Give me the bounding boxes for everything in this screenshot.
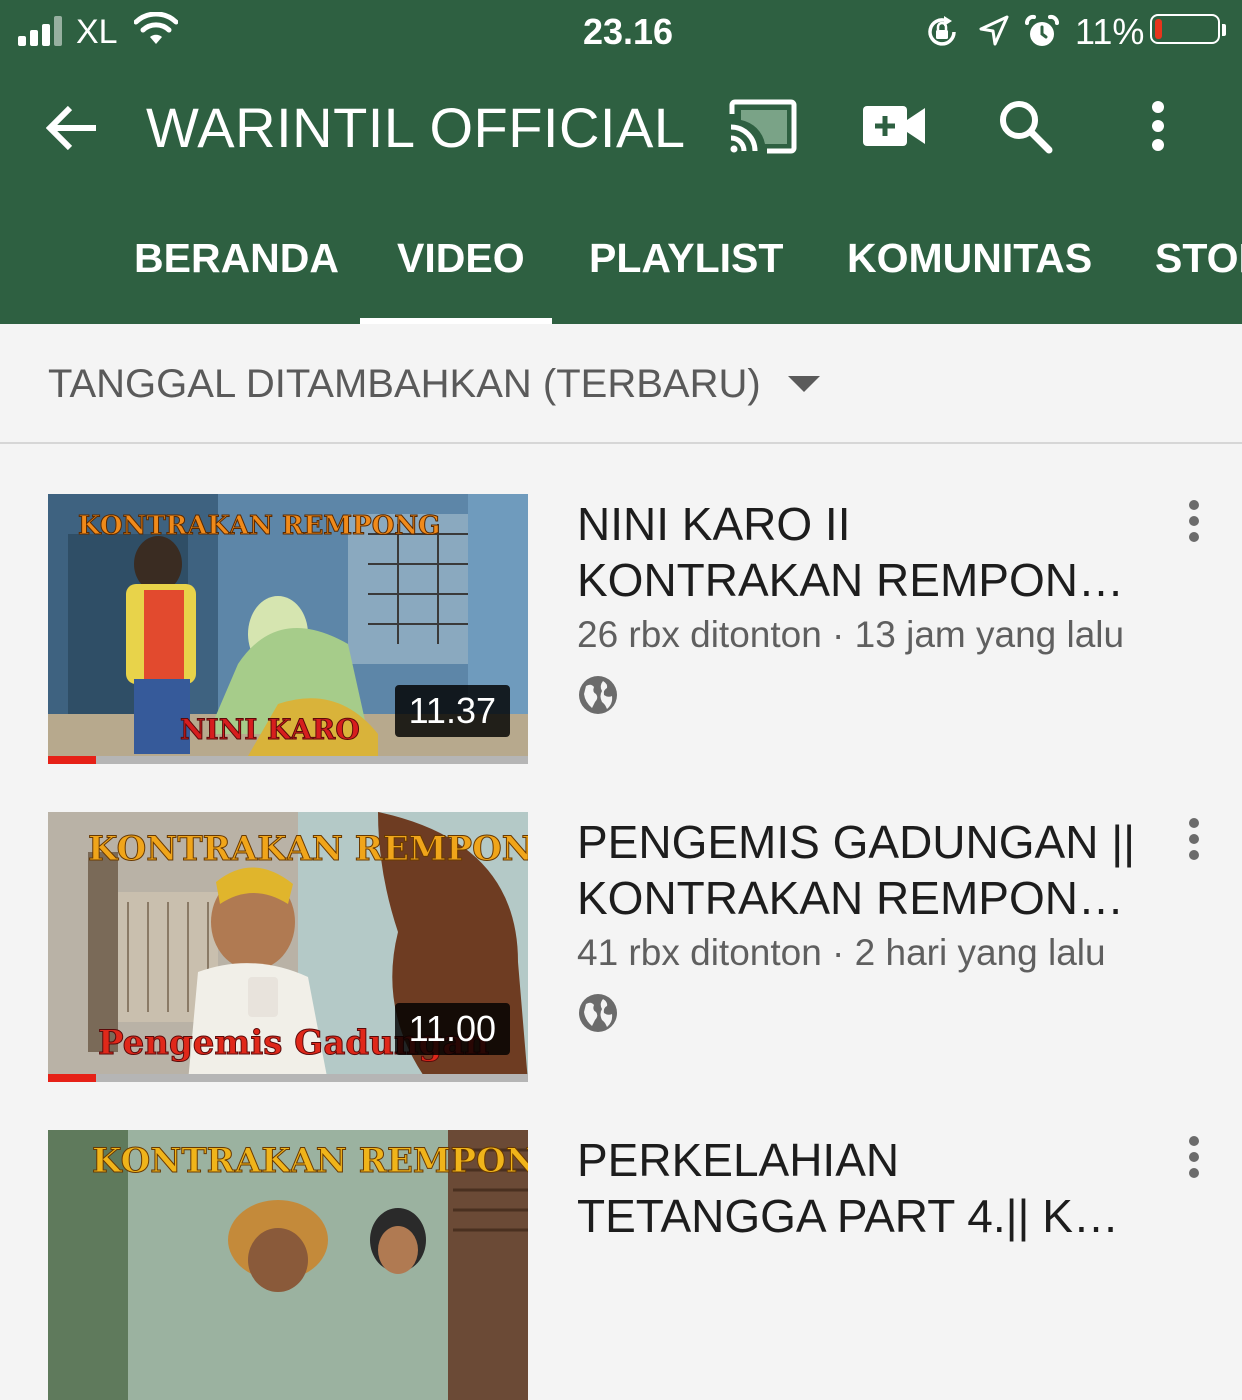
video-title[interactable]: PENGEMIS GADUNGAN || KONTRAKAN REMPONG..… [577,814,1147,926]
globe-icon [577,992,619,1039]
signal-icon [18,16,66,46]
video-list-item[interactable]: KONTRAKAN REMPONG Pengemis Gadungan 11.0… [0,812,1242,1112]
thumbnail-overlay-text: KONTRAKAN REMPONG [88,829,528,869]
video-meta: 41 rbx ditonton · 2 hari yang lalu [577,932,1106,973]
video-camera-add-icon [863,106,925,146]
channel-title: WARINTIL OFFICIAL [146,96,686,159]
video-thumbnail[interactable]: KONTRAKAN REMPONG Pengemis Gadungan 11.0… [48,812,528,1082]
cast-button[interactable] [724,94,800,158]
video-duration: 11.37 [394,685,510,737]
status-bar: XL 23.16 11% [0,0,1242,64]
location-icon [978,14,1010,53]
clock: 23.16 [582,11,674,52]
video-thumbnail[interactable]: KONTRAKAN REMPONG [48,1130,528,1400]
watch-progress [48,756,528,764]
video-more-button[interactable] [1170,812,1218,866]
video-more-button[interactable] [1170,494,1218,548]
battery-percent: 11% [1075,11,1145,52]
upload-video-button[interactable] [856,94,932,158]
search-icon [1000,101,1053,154]
battery-level [1155,19,1162,39]
thumbnail-image: KONTRAKAN REMPONG [48,1130,528,1400]
video-duration: 11.00 [394,1003,510,1055]
channel-header: XL 23.16 11% WARINTIL OFFICIAL BERANDA V… [0,0,1242,324]
watch-progress-fill [48,1074,96,1082]
thumbnail-overlay-text: KONTRAKAN REMPONG [92,1141,528,1181]
more-vert-icon [1152,101,1164,151]
watch-progress-fill [48,756,96,764]
tab-playlist[interactable]: PLAYLIST [589,232,783,284]
cast-icon [729,99,797,154]
video-list-item[interactable]: KONTRAKAN REMPONG PERKELAHIAN TETANGGA P… [0,1130,1242,1400]
more-options-button[interactable] [1134,94,1182,158]
watch-progress [48,1074,528,1082]
rotation-lock-icon [924,14,960,55]
video-thumbnail[interactable]: KONTRAKAN REMPONG NINI KARO 11.37 [48,494,528,764]
thumbnail-overlay-text: KONTRAKAN REMPONG [78,511,440,541]
thumbnail-overlay-text: NINI KARO [180,713,360,746]
video-list-item[interactable]: KONTRAKAN REMPONG NINI KARO 11.37 NINI K… [0,494,1242,794]
alarm-icon [1024,14,1060,55]
caret-down-icon[interactable] [788,376,820,392]
search-button[interactable] [990,94,1060,158]
globe-icon [577,674,619,721]
video-title[interactable]: PERKELAHIAN TETANGGA PART 4.|| KO... [577,1132,1147,1244]
tab-store[interactable]: STORE [1155,232,1242,284]
sort-dropdown[interactable]: TANGGAL DITAMBAHKAN (TERBARU) [48,360,761,408]
tab-beranda[interactable]: BERANDA [134,232,339,284]
video-title[interactable]: NINI KARO II KONTRAKAN REMPONG... [577,496,1147,608]
back-button[interactable] [40,96,104,160]
sort-bar: TANGGAL DITAMBAHKAN (TERBARU) [0,324,1242,444]
arrow-left-icon [46,106,96,150]
tab-komunitas[interactable]: KOMUNITAS [847,232,1092,284]
carrier-label: XL [76,13,118,51]
tab-video[interactable]: VIDEO [397,232,525,284]
battery-icon [1150,14,1220,44]
video-more-button[interactable] [1170,1130,1218,1184]
wifi-icon [133,11,179,51]
video-meta: 26 rbx ditonton · 13 jam yang lalu [577,614,1125,655]
